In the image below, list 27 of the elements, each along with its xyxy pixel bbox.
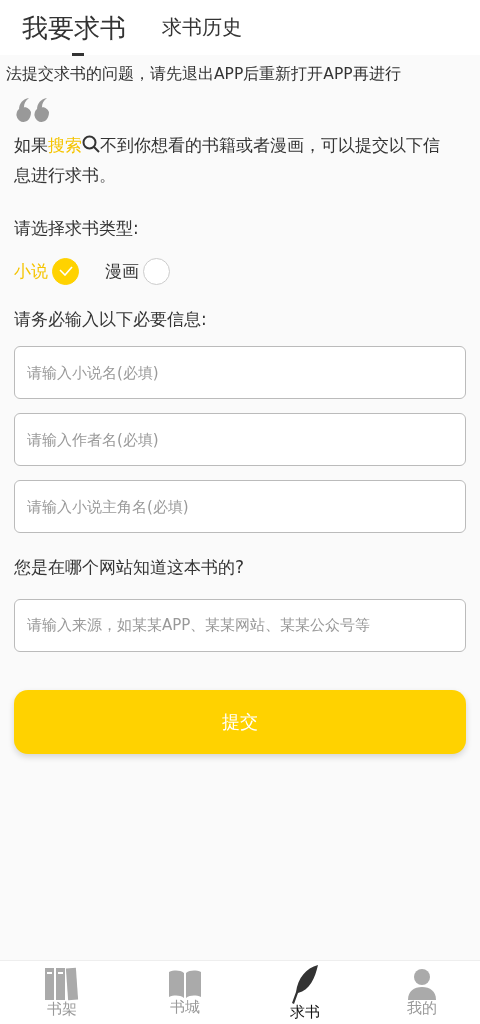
nav-label[interactable]: 书架 [46, 1001, 77, 1018]
quote-icon [16, 98, 50, 123]
source-field[interactable]: 请输入来源，如某某APP、某某网站、某某公众号等 [14, 598, 466, 652]
input-field[interactable]: 请输入作者名(必填) [14, 413, 466, 467]
tab[interactable]: 求书历史 [162, 4, 242, 51]
nav-label[interactable]: 我的 [406, 1000, 437, 1017]
radio-label[interactable]: 小说 [14, 258, 48, 284]
radio-label[interactable]: 漫画 [105, 258, 139, 284]
notice-text: 法提交求书的问题，请先退出APP后重新打开APP再进行 [5, 64, 402, 85]
book-icon [166, 969, 203, 1000]
quill-icon [289, 964, 320, 1005]
intro-text: 如果搜索 不到你想看的书籍或者漫画，可以提交以下信息进行求书。 [14, 134, 441, 188]
check-icon [58, 266, 73, 277]
input-field[interactable]: 请输入小说名(必填) [14, 346, 466, 400]
radio-button[interactable] [143, 257, 170, 285]
radio-button[interactable] [52, 257, 79, 285]
type-label: 请选择求书类型: [14, 217, 140, 241]
tab[interactable]: 我要求书 [22, 0, 126, 57]
bookshelf-icon [43, 967, 80, 1002]
required-label: 请务必输入以下必要信息: [14, 307, 208, 331]
nav-label[interactable]: 书城 [169, 999, 200, 1016]
search-link[interactable]: 搜索 [48, 135, 82, 156]
nav-label[interactable]: 求书 [289, 1004, 320, 1021]
input-field[interactable]: 请输入小说主角名(必填) [14, 480, 466, 534]
search-icon [82, 135, 100, 154]
source-label: 您是在哪个网站知道这本书的? [14, 556, 246, 580]
person-icon [406, 968, 437, 1001]
